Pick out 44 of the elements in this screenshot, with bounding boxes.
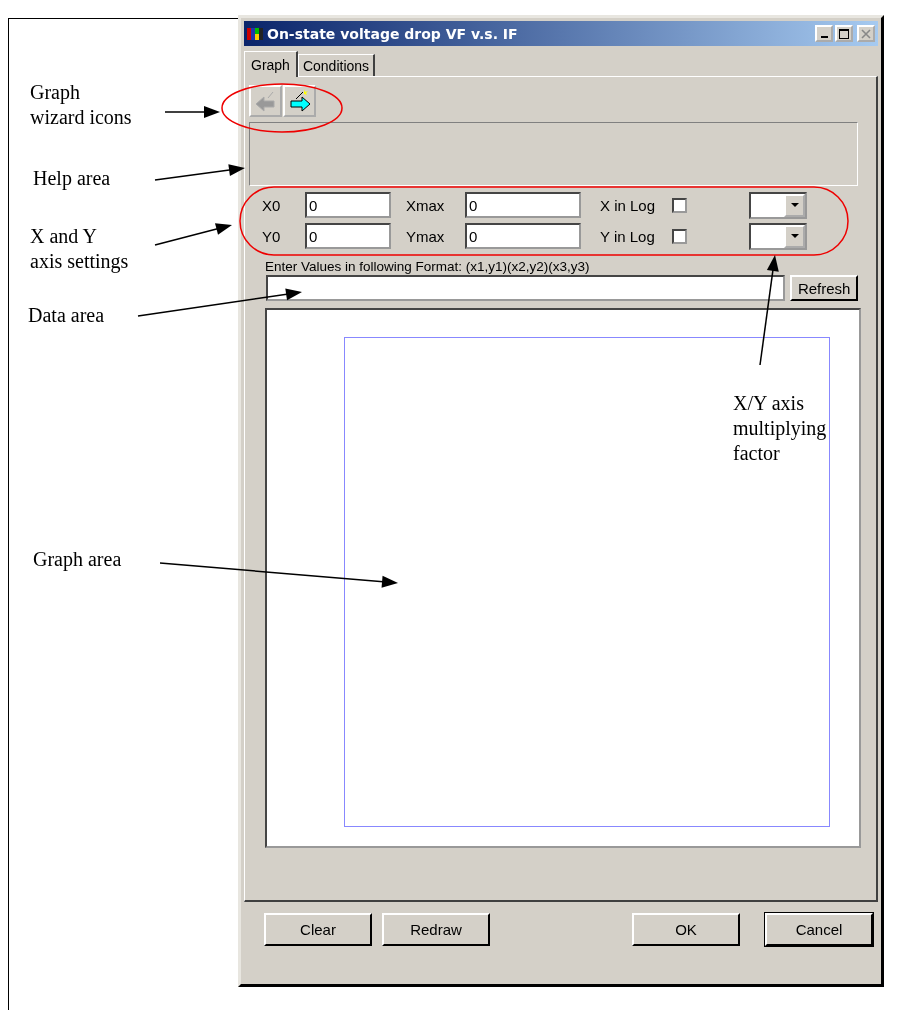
dialog-button[interactable]: OK <box>632 913 740 946</box>
dialog-button[interactable]: Clear <box>264 913 372 946</box>
axis-max-field[interactable]: 0 <box>465 223 581 249</box>
annotation-label: Graph area <box>33 547 122 572</box>
right-arrow-wand-icon <box>287 89 312 113</box>
caret-icon <box>790 233 799 239</box>
axis-min-field[interactable]: 0 <box>305 223 391 249</box>
log-scale-checkbox[interactable] <box>672 228 687 244</box>
axis-min-label: X0 <box>261 196 282 214</box>
maximize-button[interactable] <box>835 25 853 42</box>
annotation-label: Data area <box>28 303 105 328</box>
dropdown-button[interactable] <box>784 193 805 217</box>
axis-min-label: Y0 <box>261 227 282 245</box>
minimize-button[interactable] <box>815 25 833 42</box>
tab[interactable]: Conditions <box>297 54 376 76</box>
factor-dropdown[interactable] <box>749 222 807 250</box>
annotation-label: Graph wizard icons <box>30 80 132 130</box>
left-arrow-icon <box>253 89 278 113</box>
log-scale-checkbox[interactable] <box>672 197 687 213</box>
annotation-label: X and Y axis settings <box>30 224 129 274</box>
axis-max-label: Ymax <box>405 227 446 245</box>
window-title: On-state voltage drop VF v.s. IF <box>267 25 519 42</box>
axis-max-label: Xmax <box>405 196 446 214</box>
dropdown-button[interactable] <box>784 224 805 248</box>
data-field[interactable] <box>266 275 786 301</box>
axis-max-field[interactable]: 0 <box>465 192 581 218</box>
annotation-label: Help area <box>33 166 111 191</box>
tab[interactable]: Graph <box>244 51 298 77</box>
data-format-hint: Enter Values in following Format: (x1,y1)(x2,y2)(x3,y3) <box>265 259 591 275</box>
dialog-button[interactable]: Redraw <box>382 913 490 946</box>
dialog-button[interactable]: Cancel <box>765 913 873 946</box>
arrow <box>164 106 220 118</box>
minimize-icon <box>820 36 828 38</box>
factor-dropdown[interactable] <box>749 191 807 219</box>
close-icon <box>861 28 871 39</box>
axis-min-field[interactable]: 0 <box>305 192 391 218</box>
app-icon <box>247 26 263 41</box>
maximize-icon <box>839 28 849 39</box>
annotation-label: X/Y axis multiplying factor <box>733 391 827 466</box>
caret-icon <box>790 202 799 208</box>
log-scale-label: Y in Log <box>599 227 656 245</box>
refresh-button[interactable]: Refresh <box>790 275 858 301</box>
log-scale-label: X in Log <box>599 196 657 214</box>
wizard-button[interactable] <box>283 85 316 117</box>
